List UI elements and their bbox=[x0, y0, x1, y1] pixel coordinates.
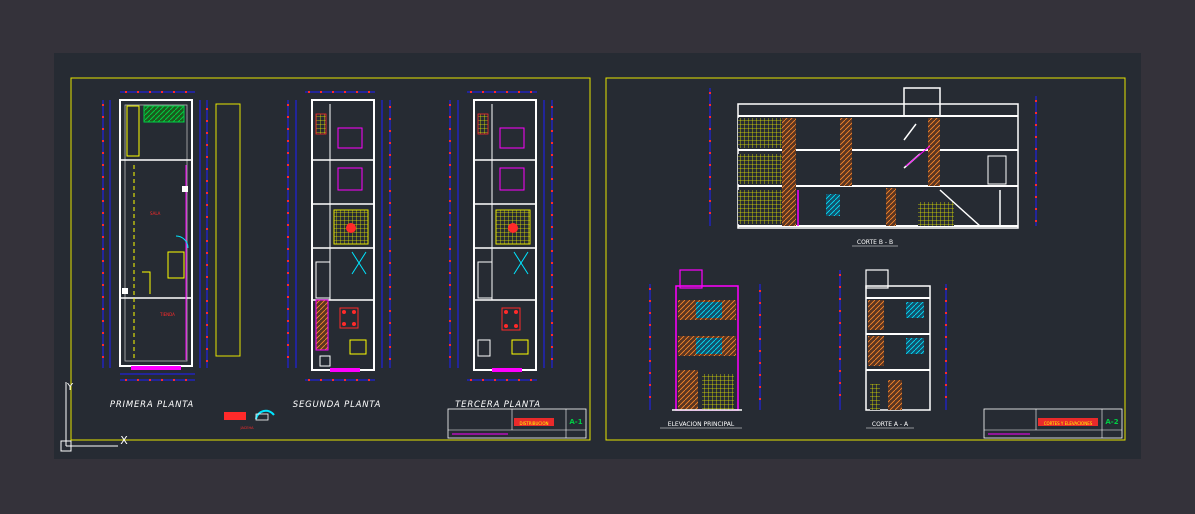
plan-segunda-planta-title: SEGUNDA PLANTA bbox=[293, 400, 381, 410]
cad-drawing-canvas[interactable]: SALA TIENDA PRIMERA PLANTA SEGUNDA PLANT… bbox=[0, 0, 1195, 514]
view-corte-bb-title: CORTE B - B bbox=[857, 239, 893, 246]
svg-text:SALA: SALA bbox=[150, 211, 161, 216]
legend-label: JACEHA bbox=[240, 426, 255, 430]
view-elevacion-principal-title: ELEVACION PRINCIPAL bbox=[668, 421, 735, 428]
ucs-x-label: X bbox=[120, 434, 128, 447]
ucs-y-label: Y bbox=[66, 382, 74, 393]
view-corte-aa-title: CORTE A - A bbox=[872, 421, 909, 428]
plan-tercera-planta-title: TERCERA PLANTA bbox=[455, 400, 541, 410]
titleblock-a2-number: A-2 bbox=[1105, 418, 1118, 426]
titleblock-a1-name: DISTRIBUCION bbox=[520, 421, 549, 426]
plan-primera-planta-title: PRIMERA PLANTA bbox=[110, 400, 194, 410]
titleblock-a2-name: CORTES Y ELEVACIONES bbox=[1044, 421, 1093, 426]
titleblock-a1-number: A-1 bbox=[569, 418, 582, 426]
model-space bbox=[54, 53, 1141, 459]
svg-text:TIENDA: TIENDA bbox=[159, 312, 175, 317]
